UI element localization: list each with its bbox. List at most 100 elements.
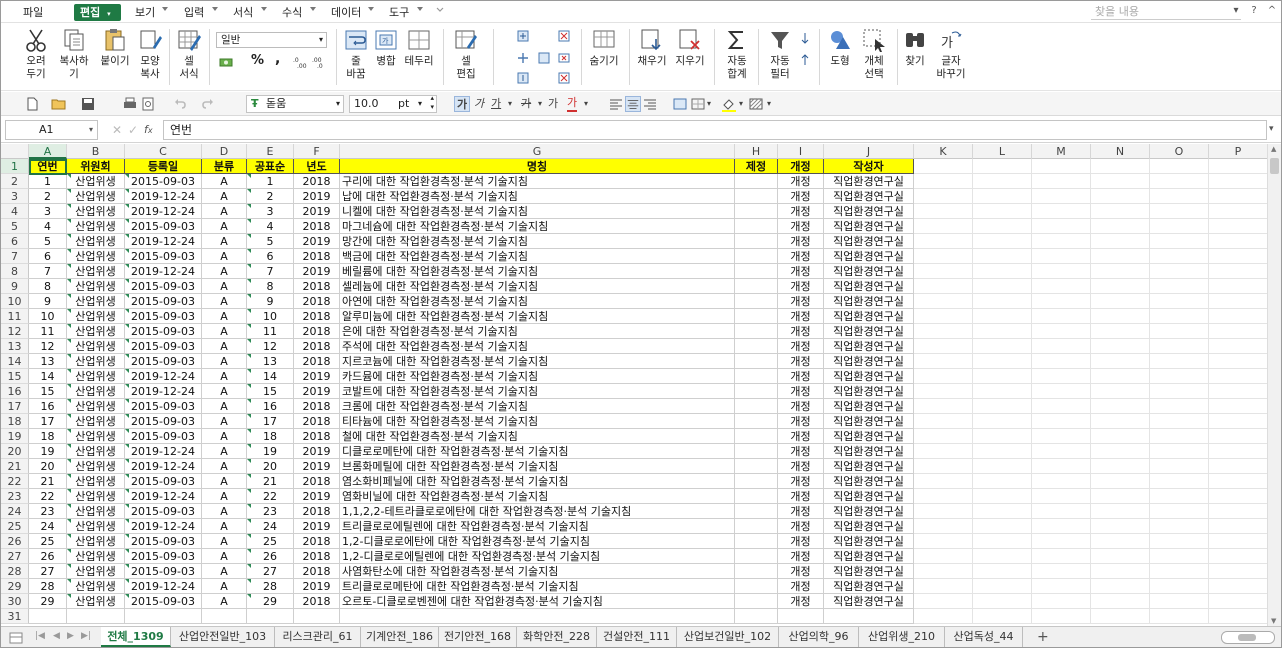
table-cell[interactable] xyxy=(914,249,973,264)
table-cell[interactable] xyxy=(1032,399,1091,414)
table-cell[interactable]: A xyxy=(202,264,247,279)
copy-button[interactable]: 복사하기 xyxy=(55,27,93,81)
table-cell[interactable] xyxy=(735,399,778,414)
table-cell[interactable]: 카드뮴에 대한 작업환경측정·분석 기술지침 xyxy=(340,369,735,384)
table-cell[interactable] xyxy=(1091,294,1150,309)
table-cell[interactable] xyxy=(1091,219,1150,234)
table-cell[interactable] xyxy=(735,594,778,609)
table-cell[interactable] xyxy=(914,534,973,549)
table-cell[interactable] xyxy=(1150,309,1209,324)
table-cell[interactable] xyxy=(1150,324,1209,339)
table-cell[interactable]: 4 xyxy=(29,219,67,234)
table-header-cell[interactable] xyxy=(1032,159,1091,174)
table-cell[interactable] xyxy=(973,594,1032,609)
autosum-button[interactable]: 자동 합계 xyxy=(721,27,753,81)
add-sheet-icon[interactable]: + xyxy=(1037,629,1049,645)
table-cell[interactable] xyxy=(914,519,973,534)
table-header-cell[interactable]: 분류 xyxy=(202,159,247,174)
help-icon[interactable]: ? xyxy=(1247,4,1261,18)
worksheet-grid[interactable]: ABCDEFGHIJKLMNOP 1 2 3 4 5 6 7 8 9 10 11 12 13 14 15 16… xyxy=(1,144,1267,626)
table-cell[interactable] xyxy=(735,414,778,429)
table-cell[interactable]: 개정 xyxy=(778,549,824,564)
table-cell[interactable] xyxy=(973,429,1032,444)
column-header-k[interactable]: K xyxy=(914,144,973,159)
table-cell[interactable] xyxy=(1150,174,1209,189)
table-cell[interactable]: 개정 xyxy=(778,564,824,579)
table-cell[interactable]: 12 xyxy=(29,339,67,354)
table-cell[interactable] xyxy=(1209,534,1267,549)
column-header-f[interactable]: F xyxy=(294,144,340,159)
table-cell[interactable]: 개정 xyxy=(778,594,824,609)
table-cell[interactable] xyxy=(914,279,973,294)
table-cell[interactable]: 2018 xyxy=(294,249,340,264)
table-cell[interactable]: 25 xyxy=(247,534,294,549)
table-cell[interactable] xyxy=(914,504,973,519)
scroll-down-icon[interactable]: ▼ xyxy=(1271,617,1276,625)
table-cell[interactable] xyxy=(1209,234,1267,249)
table-cell[interactable] xyxy=(1091,264,1150,279)
column-header-i[interactable]: I xyxy=(778,144,824,159)
table-cell[interactable]: 22 xyxy=(247,489,294,504)
table-cell[interactable] xyxy=(1032,264,1091,279)
table-cell[interactable] xyxy=(1150,189,1209,204)
delete-sheet-icon[interactable] xyxy=(557,71,571,85)
hide-button[interactable]: 숨기기 xyxy=(588,27,620,68)
table-cell[interactable]: A xyxy=(202,519,247,534)
table-cell[interactable]: 2019-12-24 xyxy=(125,204,202,219)
table-cell[interactable] xyxy=(1150,204,1209,219)
table-cell[interactable] xyxy=(1091,579,1150,594)
table-cell[interactable] xyxy=(973,384,1032,399)
table-cell[interactable]: 22 xyxy=(29,489,67,504)
table-cell[interactable]: 직업환경연구실 xyxy=(824,339,914,354)
table-cell[interactable] xyxy=(1032,429,1091,444)
table-cell[interactable]: 2018 xyxy=(294,564,340,579)
table-cell[interactable] xyxy=(1032,579,1091,594)
table-cell[interactable]: A xyxy=(202,354,247,369)
table-cell[interactable] xyxy=(1032,219,1091,234)
table-cell[interactable]: 2015-09-03 xyxy=(125,324,202,339)
table-cell[interactable] xyxy=(1209,609,1267,624)
table-cell[interactable]: 개정 xyxy=(778,369,824,384)
table-cell[interactable]: 2019-12-24 xyxy=(125,459,202,474)
table-cell[interactable] xyxy=(973,444,1032,459)
table-cell[interactable] xyxy=(914,309,973,324)
number-format-select[interactable]: 일반 ▾ xyxy=(216,32,327,48)
table-cell[interactable]: 2015-09-03 xyxy=(125,429,202,444)
table-cell[interactable] xyxy=(735,309,778,324)
table-cell[interactable]: A xyxy=(202,414,247,429)
table-cell[interactable] xyxy=(914,609,973,624)
table-cell[interactable] xyxy=(1032,189,1091,204)
next-sheet-icon[interactable]: ▶ xyxy=(67,631,74,641)
table-cell[interactable]: 28 xyxy=(29,579,67,594)
table-cell[interactable] xyxy=(735,264,778,279)
table-cell[interactable]: 2018 xyxy=(294,354,340,369)
table-cell[interactable] xyxy=(1032,594,1091,609)
table-cell[interactable]: 2015-09-03 xyxy=(125,294,202,309)
table-cell[interactable]: 개정 xyxy=(778,309,824,324)
table-cell[interactable]: 개정 xyxy=(778,534,824,549)
table-cell[interactable]: 개정 xyxy=(778,504,824,519)
increase-decimal-icon[interactable]: .0.00 xyxy=(293,55,309,69)
table-cell[interactable]: 2015-09-03 xyxy=(125,309,202,324)
table-cell[interactable] xyxy=(1091,339,1150,354)
table-cell[interactable] xyxy=(1091,309,1150,324)
table-cell[interactable] xyxy=(1150,489,1209,504)
table-cell[interactable] xyxy=(1209,579,1267,594)
table-cell[interactable] xyxy=(1209,444,1267,459)
row-header[interactable]: 7 xyxy=(1,249,29,264)
table-cell[interactable] xyxy=(735,504,778,519)
table-header-cell[interactable]: 작성자 xyxy=(824,159,914,174)
table-cell[interactable] xyxy=(1150,279,1209,294)
table-cell[interactable]: 직업환경연구실 xyxy=(824,549,914,564)
table-cell[interactable] xyxy=(1032,249,1091,264)
cell-edit-button[interactable]: 셀 편집 xyxy=(451,27,481,81)
table-cell[interactable]: 니켈에 대한 작업환경측정·분석 기술지침 xyxy=(340,204,735,219)
row-header[interactable]: 15 xyxy=(1,369,29,384)
table-cell[interactable] xyxy=(1032,444,1091,459)
table-cell[interactable] xyxy=(973,174,1032,189)
table-cell[interactable]: A xyxy=(202,279,247,294)
column-header-n[interactable]: N xyxy=(1091,144,1150,159)
table-cell[interactable]: 직업환경연구실 xyxy=(824,354,914,369)
table-cell[interactable] xyxy=(1032,459,1091,474)
table-cell[interactable]: 2018 xyxy=(294,594,340,609)
